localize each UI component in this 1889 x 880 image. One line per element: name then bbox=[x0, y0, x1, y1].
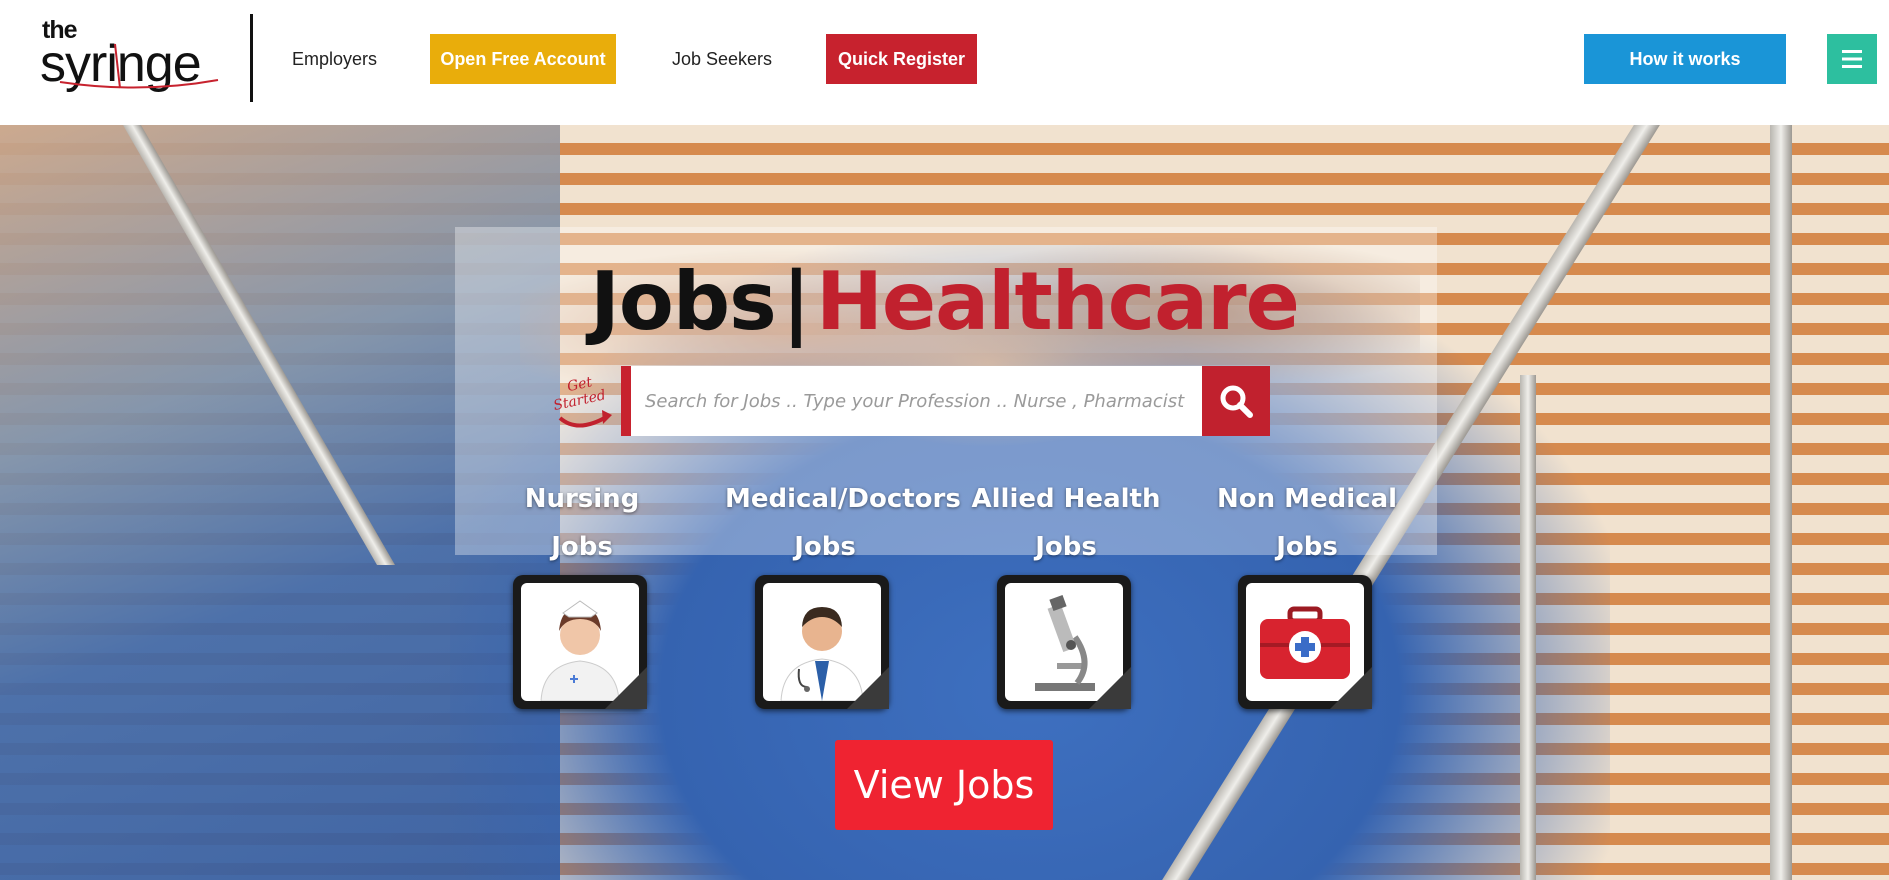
non-medical-jobs-tile[interactable] bbox=[1238, 575, 1372, 709]
allied-health-jobs-tile[interactable] bbox=[997, 575, 1131, 709]
quick-register-button[interactable]: Quick Register bbox=[826, 34, 977, 84]
job-search-input[interactable] bbox=[631, 366, 1202, 436]
category-label-line1: Medical/Doctors bbox=[725, 484, 961, 514]
category-label-line2: Jobs bbox=[1035, 532, 1097, 562]
category-label-line1: Allied Health bbox=[971, 484, 1161, 514]
search-icon bbox=[1220, 385, 1253, 418]
category-label-line2: Jobs bbox=[794, 532, 856, 562]
doctors-jobs-tile[interactable] bbox=[755, 575, 889, 709]
category-label-line2: Jobs bbox=[1276, 532, 1338, 562]
headline-healthcare: Healthcare bbox=[815, 255, 1300, 348]
hamburger-menu-button[interactable] bbox=[1827, 34, 1877, 84]
category-label-line1: Nursing bbox=[524, 484, 640, 514]
how-it-works-button[interactable]: How it works bbox=[1584, 34, 1786, 84]
site-header: the syringe Employers Open Free Account … bbox=[0, 0, 1889, 125]
page-curl bbox=[1089, 667, 1131, 709]
category-allied-health[interactable]: Allied Health Jobs bbox=[966, 475, 1166, 571]
page-curl bbox=[847, 667, 889, 709]
search-button[interactable] bbox=[1202, 366, 1270, 436]
category-nursing[interactable]: Nursing Jobs bbox=[482, 475, 682, 571]
get-started-badge: Get Started bbox=[552, 374, 612, 428]
category-label-line1: Non Medical bbox=[1216, 484, 1398, 514]
header-divider bbox=[250, 14, 253, 102]
logo-swoosh-icon bbox=[59, 43, 219, 89]
employers-link[interactable]: Employers bbox=[292, 49, 377, 70]
hero-section: Jobs|Healthcare Get Started Nursing Jobs… bbox=[0, 125, 1889, 880]
stair-rail bbox=[1520, 375, 1536, 880]
job-search-box bbox=[621, 366, 1202, 436]
page-curl bbox=[605, 667, 647, 709]
headline-jobs: Jobs bbox=[590, 255, 777, 348]
job-seekers-link[interactable]: Job Seekers bbox=[672, 49, 772, 70]
headline-separator: | bbox=[781, 255, 811, 348]
hamburger-icon bbox=[1842, 50, 1862, 68]
nursing-jobs-tile[interactable] bbox=[513, 575, 647, 709]
category-medical-doctors[interactable]: Medical/Doctors Jobs bbox=[725, 475, 961, 571]
open-free-account-button[interactable]: Open Free Account bbox=[430, 34, 616, 84]
syringe-logo[interactable]: the syringe bbox=[40, 16, 230, 96]
page-curl bbox=[1330, 667, 1372, 709]
view-jobs-button[interactable]: View Jobs bbox=[835, 740, 1053, 830]
category-label-line2: Jobs bbox=[551, 532, 613, 562]
hero-headline: Jobs|Healthcare bbox=[0, 255, 1889, 348]
category-non-medical[interactable]: Non Medical Jobs bbox=[1207, 475, 1407, 571]
stair-rail bbox=[1770, 125, 1792, 880]
